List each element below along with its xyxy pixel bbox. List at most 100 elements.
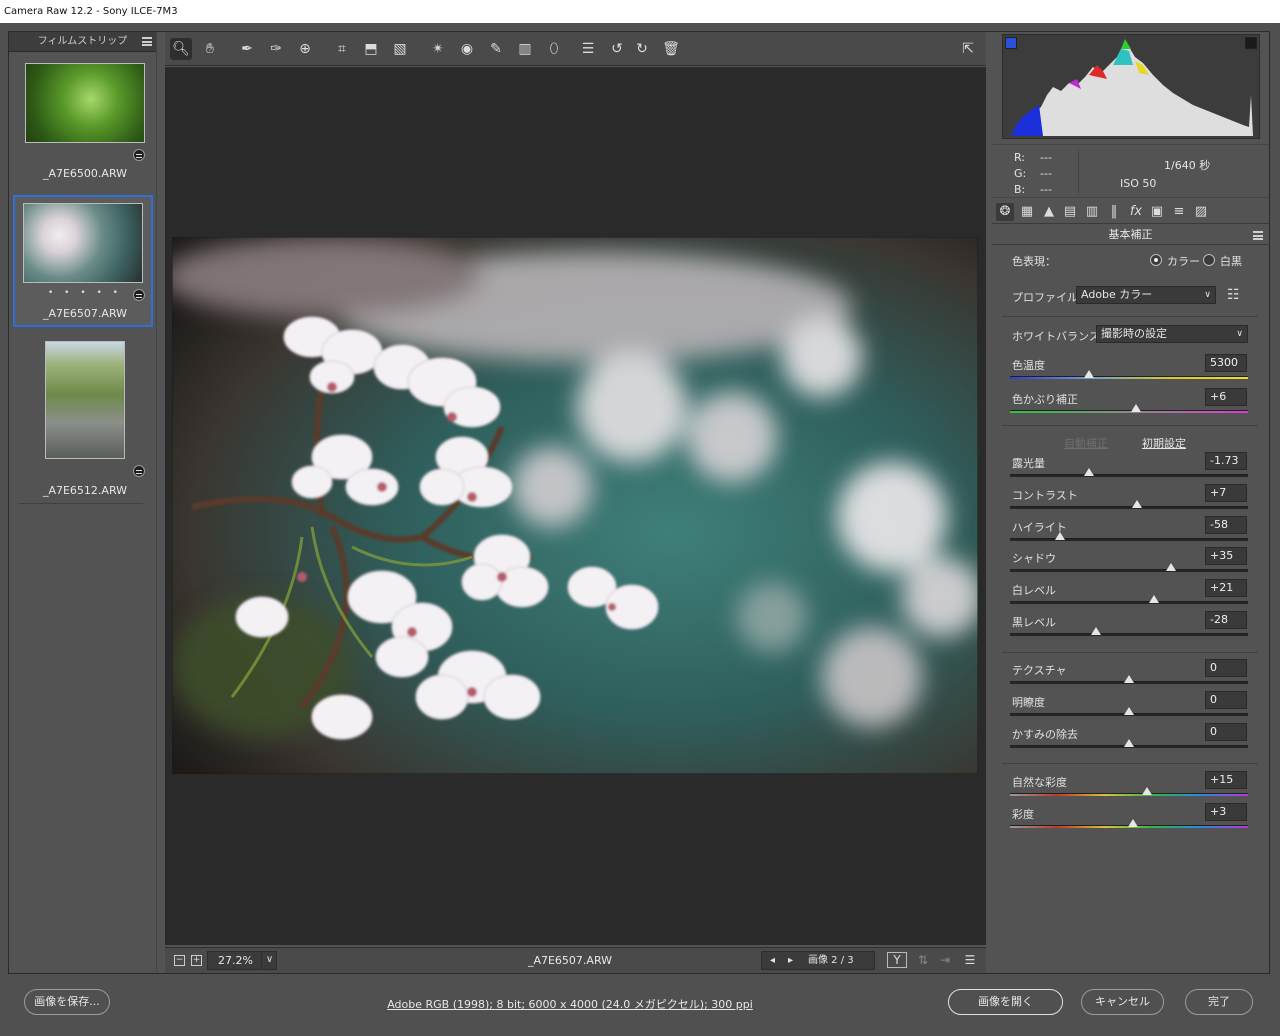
rotate-right-icon[interactable]: ↻	[631, 38, 653, 60]
slider-value-field[interactable]: +15	[1205, 771, 1247, 789]
white-balance-select[interactable]: 撮影時の設定 ∨	[1096, 325, 1248, 343]
slider-handle[interactable]	[1124, 739, 1134, 747]
save-image-button[interactable]: 画像を保存...	[24, 989, 110, 1015]
auto-button[interactable]: 自動補正	[1064, 435, 1108, 451]
preview-photo[interactable]	[172, 237, 978, 774]
rotate-left-icon[interactable]: ↺	[606, 38, 628, 60]
tab-snapshots-icon[interactable]: ▨	[1192, 203, 1210, 221]
tab-tone-curve-icon[interactable]: ▦	[1018, 203, 1036, 221]
copy-settings-icon[interactable]: ⇥	[935, 951, 955, 969]
fullscreen-toggle-icon[interactable]: ⇱	[957, 38, 979, 60]
slider-handle[interactable]	[1124, 675, 1134, 683]
done-button[interactable]: 完了	[1185, 989, 1253, 1015]
targeted-adjustment-tool-icon[interactable]: ⊕	[294, 38, 316, 60]
slider-track[interactable]	[1010, 532, 1248, 541]
profile-browser-icon[interactable]: ☷	[1227, 286, 1245, 304]
workflow-options-link[interactable]: Adobe RGB (1998); 8 bit; 6000 x 4000 (24…	[280, 996, 860, 1012]
swap-settings-icon[interactable]: ⇅	[913, 951, 933, 969]
slider-handle[interactable]	[1124, 707, 1134, 715]
red-eye-tool-icon[interactable]: ◉	[456, 38, 478, 60]
treatment-color-radio[interactable]	[1150, 254, 1162, 266]
white-balance-tool-icon[interactable]: ✒	[236, 38, 258, 60]
profile-select[interactable]: Adobe カラー ∨	[1076, 286, 1216, 304]
slider-track[interactable]	[1010, 404, 1248, 413]
open-image-button[interactable]: 画像を開く	[948, 989, 1063, 1015]
zoom-tool-icon[interactable]: 🔍︎	[170, 38, 192, 60]
slider-track[interactable]	[1010, 675, 1248, 684]
trash-icon[interactable]: 🗑︎	[660, 38, 682, 60]
preferences-icon[interactable]: ☰	[577, 38, 599, 60]
filmstrip-menu-icon[interactable]	[142, 37, 152, 46]
slider-value-field[interactable]: +6	[1205, 388, 1247, 406]
slider-track[interactable]	[1010, 595, 1248, 604]
slider-track[interactable]	[1010, 787, 1248, 796]
tab-basic-icon[interactable]: ❂	[996, 203, 1014, 221]
slider-handle[interactable]	[1165, 563, 1176, 571]
slider-value-field[interactable]: 0	[1205, 659, 1247, 677]
next-image-icon[interactable]: ▸	[788, 952, 793, 969]
treatment-bw-radio[interactable]	[1203, 254, 1215, 266]
slider-value-field[interactable]: -1.73	[1205, 452, 1247, 470]
tab-calibration-icon[interactable]: ▣	[1148, 203, 1166, 221]
slider-track[interactable]	[1010, 707, 1248, 716]
cancel-button[interactable]: キャンセル	[1081, 989, 1164, 1015]
previous-image-icon[interactable]: ◂	[770, 952, 775, 969]
graduated-filter-icon[interactable]: ▥	[514, 38, 536, 60]
zoom-in-icon[interactable]: +	[191, 955, 202, 966]
slider-track[interactable]	[1010, 739, 1248, 748]
slider-value-field[interactable]: 5300	[1205, 354, 1247, 372]
slider-handle[interactable]	[1083, 468, 1094, 476]
zoom-out-icon[interactable]: −	[174, 955, 185, 966]
tab-hsl-icon[interactable]: ▤	[1061, 203, 1079, 221]
tab-lens-corrections-icon[interactable]: ‖	[1105, 203, 1123, 221]
toggle-settings-icon[interactable]: ☰	[960, 951, 980, 969]
adjustment-brush-icon[interactable]: ✎	[485, 38, 507, 60]
slider-track[interactable]	[1010, 370, 1248, 379]
slider-track[interactable]	[1010, 500, 1248, 509]
slider-handle[interactable]	[1132, 500, 1143, 508]
radial-filter-icon[interactable]: ⬯	[543, 38, 565, 60]
green-readout: G: ---	[1014, 167, 1066, 180]
panel-menu-icon[interactable]	[1253, 231, 1263, 240]
tab-presets-icon[interactable]: ≡	[1170, 203, 1188, 221]
hand-tool-icon[interactable]: ✋︎	[199, 38, 221, 60]
slider-value-field[interactable]: -58	[1205, 516, 1247, 534]
slider-track[interactable]	[1010, 819, 1248, 828]
image-preview-area[interactable]	[165, 67, 986, 945]
transform-tool-icon[interactable]: ▧	[389, 38, 411, 60]
slider-value-field[interactable]: +21	[1205, 579, 1247, 597]
crop-tool-icon[interactable]: ⌗	[331, 38, 353, 60]
filmstrip-item[interactable]: _A7E6512.ARW	[13, 335, 153, 497]
slider-handle[interactable]	[1083, 370, 1094, 378]
slider-track[interactable]	[1010, 563, 1248, 572]
zoom-dropdown-icon[interactable]: ∨	[261, 952, 277, 969]
slider-handle[interactable]	[1090, 627, 1101, 635]
filmstrip-item-selected[interactable]: • • • • • _A7E6507.ARW	[13, 195, 153, 327]
slider-value-field[interactable]: +7	[1205, 484, 1247, 502]
slider-handle[interactable]	[1127, 819, 1138, 827]
slider-handle[interactable]	[1141, 787, 1152, 795]
histogram	[1002, 34, 1260, 139]
default-button[interactable]: 初期設定	[1142, 435, 1186, 451]
tab-effects-icon[interactable]: fx	[1127, 203, 1145, 221]
treatment-color-label: カラー	[1167, 255, 1200, 268]
filmstrip-header: フィルムストリップ	[9, 32, 156, 52]
tab-detail-icon[interactable]: ▲	[1040, 203, 1058, 221]
straighten-tool-icon[interactable]: ⬒	[360, 38, 382, 60]
slider-handle[interactable]	[1131, 404, 1142, 412]
slider-handle[interactable]	[1054, 532, 1065, 540]
slider-label: シャドウ	[1012, 552, 1056, 565]
slider-track[interactable]	[1010, 468, 1248, 477]
slider-value-field[interactable]: -28	[1205, 611, 1247, 629]
spot-removal-tool-icon[interactable]: ✴	[427, 38, 449, 60]
slider-value-field[interactable]: +35	[1205, 547, 1247, 565]
tab-split-toning-icon[interactable]: ▥	[1083, 203, 1101, 221]
slider-track[interactable]	[1010, 627, 1248, 636]
before-after-view-icon[interactable]: Y	[887, 952, 907, 968]
slider-value-field[interactable]: +3	[1205, 803, 1247, 821]
slider-value-field[interactable]: 0	[1205, 691, 1247, 709]
filmstrip-item[interactable]: _A7E6500.ARW	[13, 57, 153, 187]
slider-value-field[interactable]: 0	[1205, 723, 1247, 741]
slider-handle[interactable]	[1148, 595, 1159, 603]
color-sampler-tool-icon[interactable]: ✑	[265, 38, 287, 60]
